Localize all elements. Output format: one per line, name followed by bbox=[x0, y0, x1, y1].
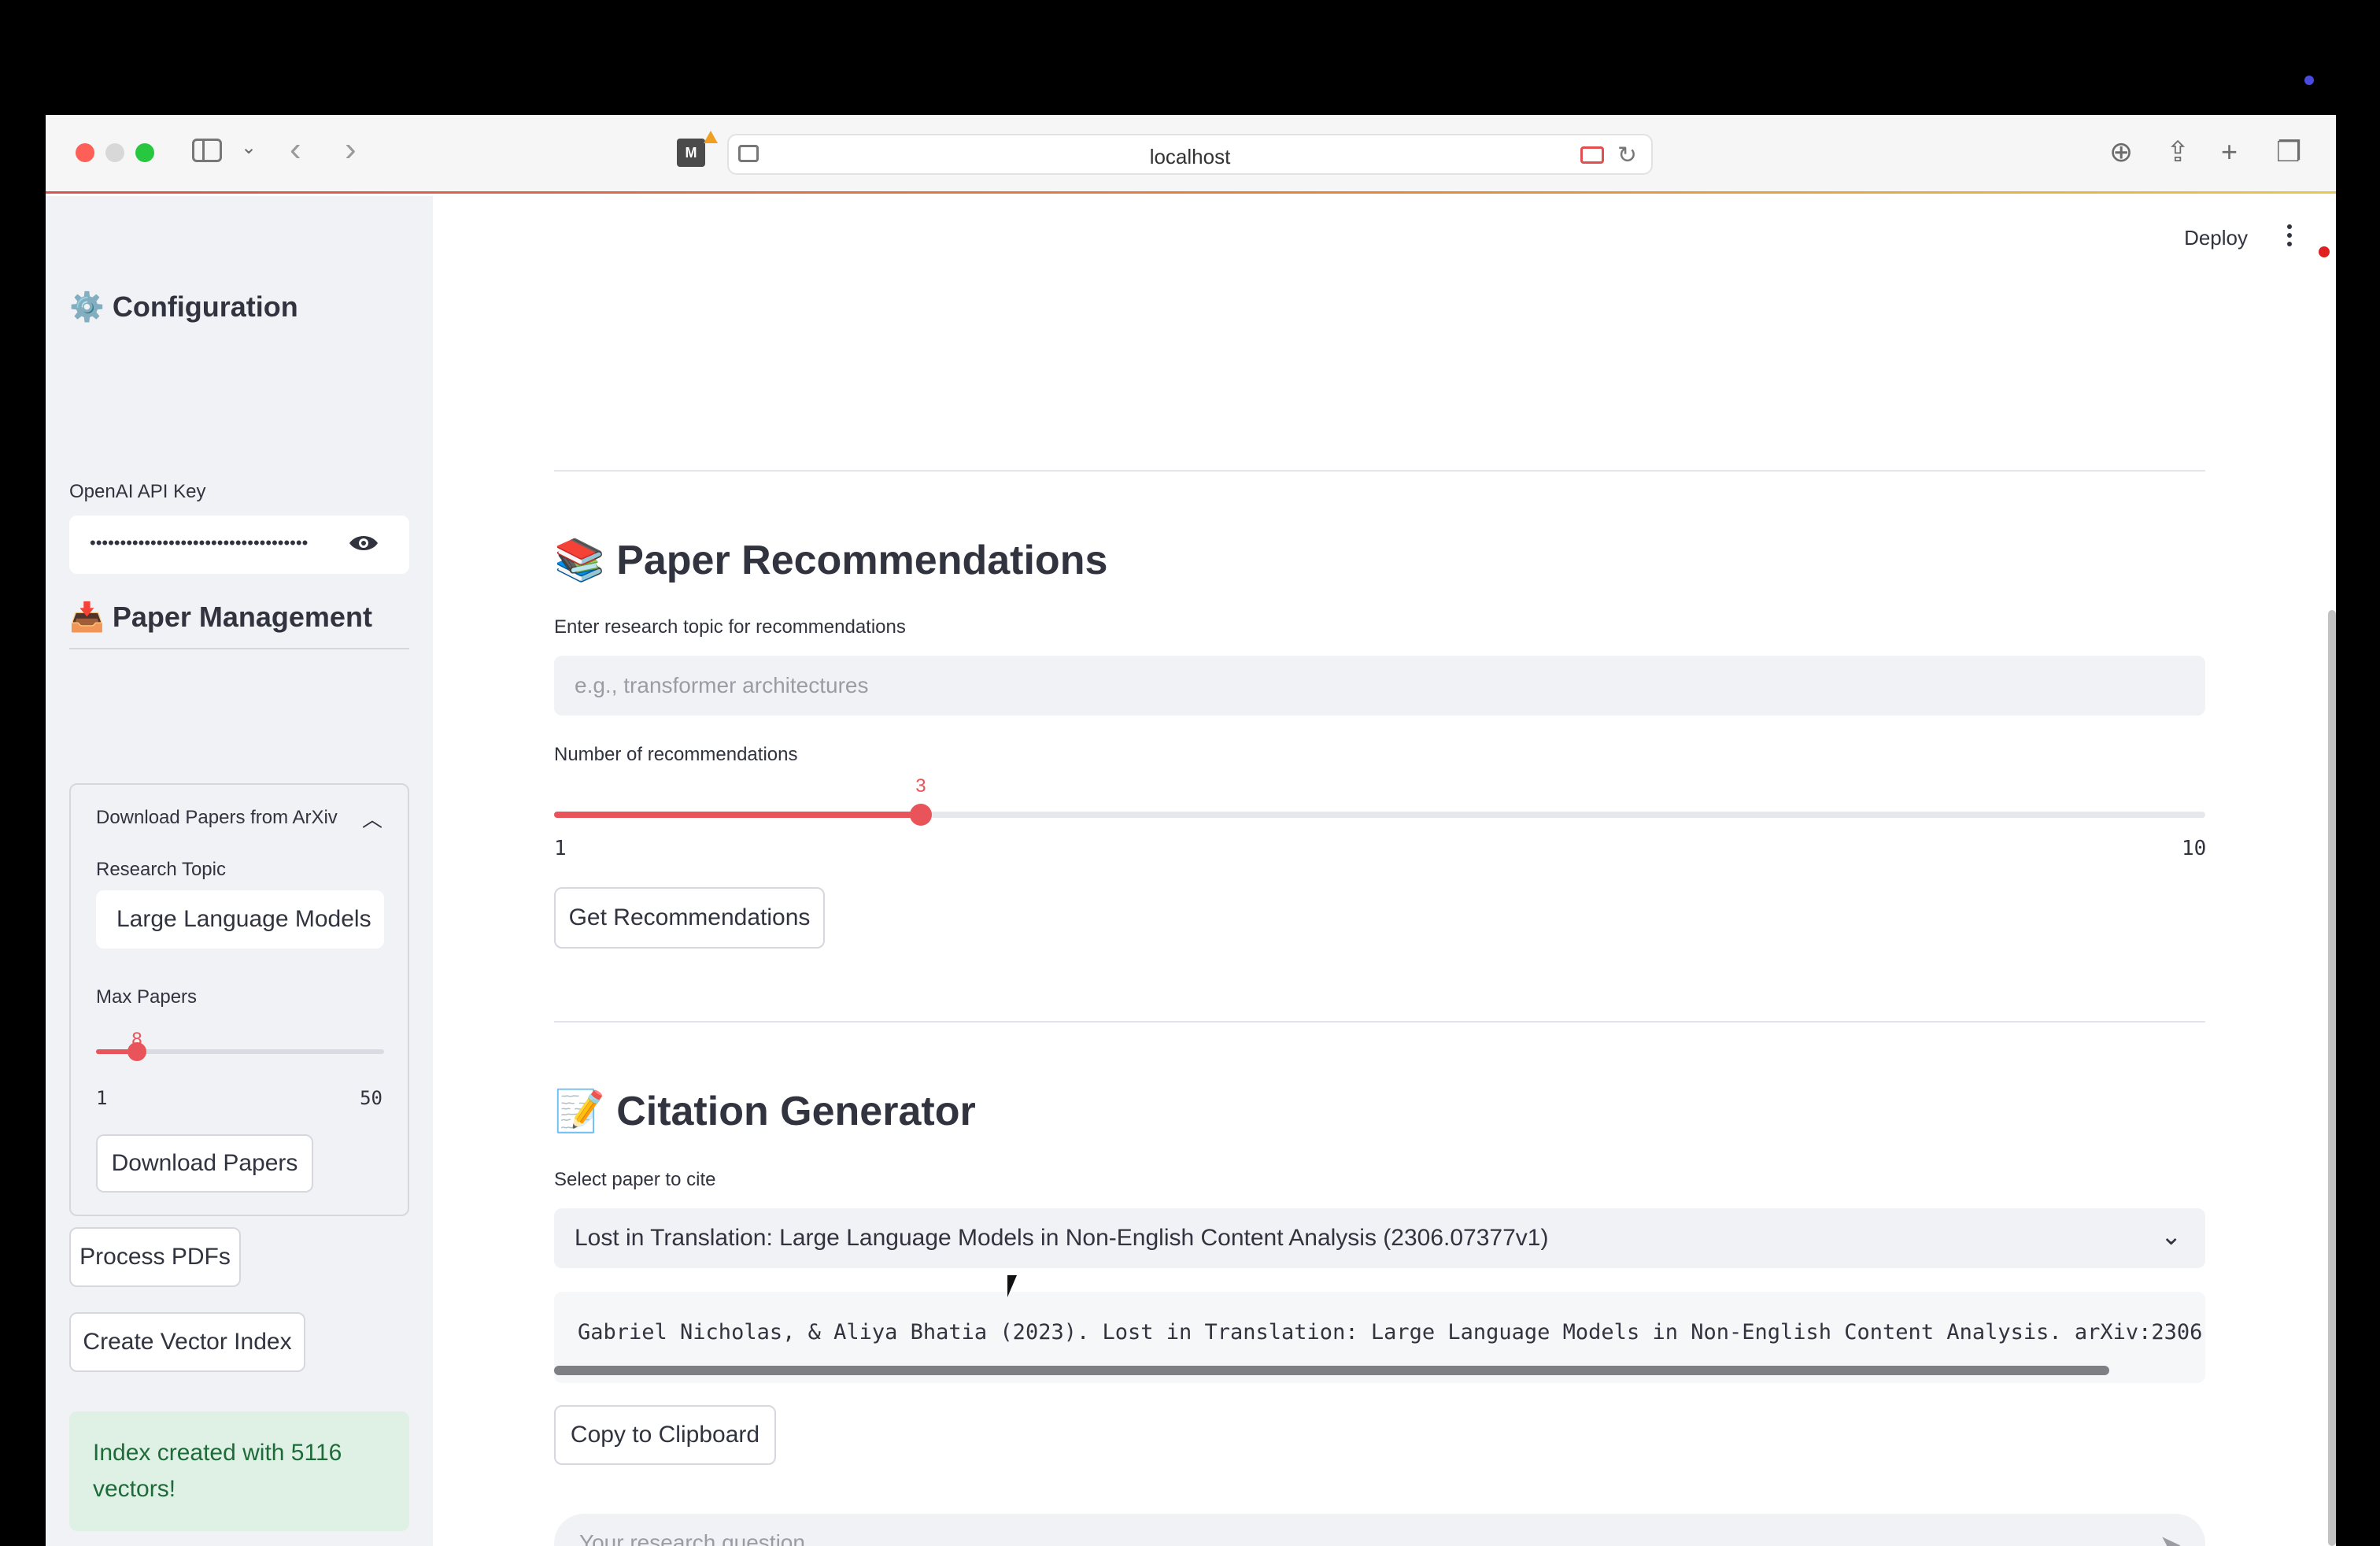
status-dot bbox=[2304, 76, 2314, 85]
back-arrow-icon[interactable]: ‹ bbox=[290, 132, 301, 167]
topic-placeholder[interactable]: e.g., transformer architectures bbox=[575, 673, 868, 698]
max-papers-max: 50 bbox=[360, 1087, 382, 1109]
recommendations-title: 📚 Paper Recommendations bbox=[554, 538, 1108, 583]
copy-to-clipboard-button[interactable]: Copy to Clipboard bbox=[554, 1405, 776, 1465]
expander-title[interactable]: Download Papers from ArXiv bbox=[96, 807, 338, 829]
deploy-button[interactable]: Deploy bbox=[2184, 226, 2248, 250]
forward-arrow-icon[interactable]: › bbox=[345, 132, 357, 167]
num-recommendations-max: 10 bbox=[2182, 837, 2207, 860]
api-key-label: OpenAI API Key bbox=[69, 481, 206, 502]
main-menu-icon[interactable] bbox=[2287, 224, 2293, 248]
reload-icon[interactable]: ↻ bbox=[1617, 142, 1637, 169]
address-bar[interactable]: localhost ↻ bbox=[727, 134, 1653, 175]
max-papers-slider-thumb[interactable] bbox=[128, 1042, 147, 1061]
send-icon[interactable]: ➤ bbox=[2160, 1529, 2182, 1546]
paper-management-title: 📥 Paper Management bbox=[69, 601, 372, 633]
maximize-window-button[interactable] bbox=[135, 143, 154, 162]
chat-placeholder[interactable]: Your research question bbox=[579, 1530, 805, 1546]
num-recommendations-min: 1 bbox=[554, 837, 567, 860]
recommendation-topic-input[interactable]: e.g., transformer architectures bbox=[554, 656, 2205, 716]
research-topic-input[interactable]: Large Language Models bbox=[96, 890, 384, 949]
max-papers-label: Max Papers bbox=[96, 986, 198, 1008]
create-vector-index-button[interactable]: Create Vector Index bbox=[69, 1312, 305, 1372]
max-papers-slider[interactable] bbox=[96, 1042, 384, 1061]
select-paper-label: Select paper to cite bbox=[554, 1169, 716, 1190]
tab-overview-icon[interactable]: ❐ bbox=[2276, 135, 2301, 168]
max-papers-min: 1 bbox=[96, 1087, 108, 1109]
download-icon[interactable]: ⊕ bbox=[2109, 135, 2133, 168]
sidebar: ⚙️ Configuration OpenAI API Key ••••••••… bbox=[46, 196, 433, 1546]
main-content: Deploy 📚 Paper Recommendations Enter res… bbox=[433, 196, 2336, 1546]
success-alert: Index created with 5116 vectors! bbox=[69, 1411, 409, 1531]
paper-select[interactable]: Lost in Translation: Large Language Mode… bbox=[554, 1208, 2205, 1268]
divider bbox=[554, 470, 2205, 472]
browser-toolbar: ⌄ ‹ › M localhost ↻ ⊕ ⇪ + ❐ bbox=[46, 115, 2336, 194]
citation-generator-title: 📝 Citation Generator bbox=[554, 1089, 976, 1134]
chevron-down-icon[interactable]: ⌄ bbox=[241, 139, 257, 157]
research-topic-value[interactable]: Large Language Models bbox=[116, 906, 371, 933]
mouse-cursor-icon bbox=[1007, 1275, 1017, 1297]
download-papers-button[interactable]: Download Papers bbox=[96, 1134, 313, 1193]
selected-paper[interactable]: Lost in Translation: Large Language Mode… bbox=[575, 1225, 1548, 1252]
recording-icon[interactable] bbox=[1580, 146, 1604, 164]
research-topic-label: Research Topic bbox=[96, 859, 226, 880]
download-expander: Download Papers from ArXiv ︿ Research To… bbox=[69, 783, 409, 1216]
num-recommendations-slider-thumb[interactable] bbox=[910, 804, 933, 826]
show-password-icon[interactable] bbox=[348, 533, 379, 553]
warning-icon bbox=[704, 131, 718, 143]
share-icon[interactable]: ⇪ bbox=[2166, 135, 2190, 168]
vertical-scrollbar[interactable] bbox=[2328, 610, 2336, 1546]
minimize-window-button[interactable] bbox=[105, 143, 124, 162]
api-key-value[interactable]: •••••••••••••••••••••••••••••••••••• bbox=[90, 533, 326, 553]
get-recommendations-button[interactable]: Get Recommendations bbox=[554, 887, 825, 949]
toolbar-accent-line bbox=[46, 191, 2336, 194]
chevron-down-icon[interactable]: ⌄ bbox=[2160, 1221, 2182, 1251]
divider bbox=[554, 1021, 2205, 1023]
close-window-button[interactable] bbox=[76, 143, 94, 162]
process-pdfs-button[interactable]: Process PDFs bbox=[69, 1227, 241, 1287]
api-key-input[interactable]: •••••••••••••••••••••••••••••••••••• bbox=[69, 516, 409, 574]
site-favicon-icon[interactable]: M bbox=[677, 139, 705, 167]
sidebar-toggle-icon[interactable] bbox=[192, 139, 222, 162]
chevron-up-icon[interactable]: ︿ bbox=[362, 804, 382, 833]
num-recommendations-label: Number of recommendations bbox=[554, 744, 798, 765]
citation-text: Gabriel Nicholas, & Aliya Bhatia (2023).… bbox=[578, 1320, 2205, 1344]
browser-window: ⌄ ‹ › M localhost ↻ ⊕ ⇪ + ❐ ⚙️ Configura… bbox=[46, 115, 2336, 1546]
url-text[interactable]: localhost bbox=[729, 145, 1651, 169]
recording-indicator bbox=[2319, 246, 2330, 257]
sidebar-divider bbox=[69, 648, 409, 649]
num-recommendations-slider-fill bbox=[554, 812, 922, 818]
configuration-title: ⚙️ Configuration bbox=[69, 290, 298, 323]
citation-code-block: Gabriel Nicholas, & Aliya Bhatia (2023).… bbox=[554, 1292, 2205, 1383]
success-message: Index created with 5116 vectors! bbox=[93, 1440, 342, 1502]
num-recommendations-slider[interactable] bbox=[554, 804, 2205, 826]
num-recommendations-value: 3 bbox=[915, 775, 926, 797]
chat-input[interactable]: Your research question ➤ bbox=[554, 1514, 2205, 1546]
new-tab-icon[interactable]: + bbox=[2221, 135, 2238, 168]
topic-label: Enter research topic for recommendations bbox=[554, 616, 906, 638]
horizontal-scrollbar[interactable] bbox=[554, 1366, 2109, 1375]
